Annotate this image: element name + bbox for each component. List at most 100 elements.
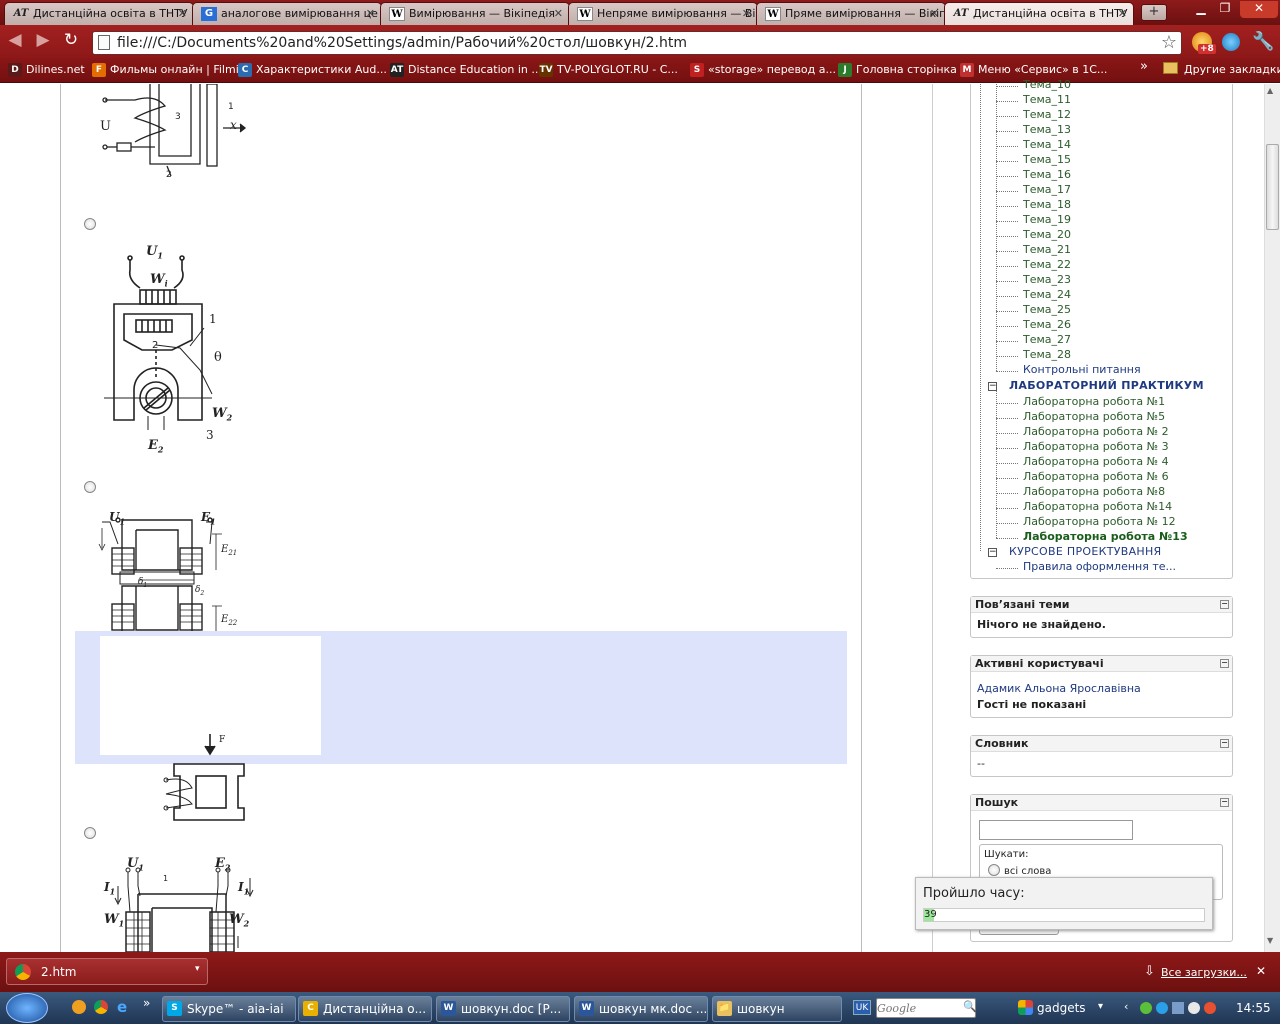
tree-item[interactable]: Тема_15 bbox=[1023, 153, 1071, 166]
tree-item[interactable]: Лабораторна робота №1 bbox=[1023, 395, 1165, 408]
download-item[interactable]: 2.htm ▾ bbox=[6, 958, 208, 985]
forward-icon[interactable]: ▶ bbox=[32, 30, 54, 52]
scroll-up-icon[interactable]: ▲ bbox=[1267, 86, 1273, 95]
bookmark-item[interactable]: F Фильмы онлайн | Filmix bbox=[92, 63, 245, 77]
tray-expand-icon[interactable]: ‹ bbox=[1124, 1000, 1128, 1013]
scroll-down-icon[interactable]: ▼ bbox=[1267, 936, 1273, 945]
bookmark-item[interactable]: M Меню «Сервис» в 1С... bbox=[960, 63, 1107, 77]
tree-item[interactable]: Тема_24 bbox=[1023, 288, 1071, 301]
collapse-course-icon[interactable]: − bbox=[988, 548, 997, 557]
restore-button[interactable]: ❐ bbox=[1214, 1, 1236, 18]
quicklaunch-ie-icon[interactable]: e bbox=[117, 998, 127, 1016]
course-header[interactable]: КУРСОВЕ ПРОЕКТУВАННЯ bbox=[1009, 545, 1161, 558]
collapse-icon[interactable]: − bbox=[1220, 659, 1229, 668]
collapse-icon[interactable]: − bbox=[1220, 600, 1229, 609]
search-all-words-radio[interactable] bbox=[988, 864, 1000, 876]
tray-icon-1[interactable] bbox=[1140, 1002, 1152, 1014]
scroll-thumb[interactable] bbox=[1266, 144, 1279, 230]
bookmark-item[interactable]: C Характеристики Aud... bbox=[238, 63, 387, 77]
answer-radio-2[interactable] bbox=[84, 481, 96, 493]
new-tab-button[interactable]: + bbox=[1141, 4, 1167, 21]
extension-skype-icon[interactable] bbox=[1222, 33, 1240, 51]
tree-item[interactable]: Тема_12 bbox=[1023, 108, 1071, 121]
tray-icon-5[interactable] bbox=[1204, 1002, 1216, 1014]
tab-0[interactable]: AT Дистанційна освіта в ТНТУ ✕ bbox=[4, 2, 194, 25]
magnifier-icon[interactable]: 🔍 bbox=[963, 1000, 977, 1013]
bookmarks-more-button[interactable]: » bbox=[1140, 59, 1148, 74]
tree-item[interactable]: Тема_19 bbox=[1023, 213, 1071, 226]
tree-item[interactable]: Тема_27 bbox=[1023, 333, 1071, 346]
taskbar-item[interactable]: Wшовкун мк.doc ... bbox=[574, 996, 708, 1022]
tree-item[interactable]: Тема_22 bbox=[1023, 258, 1071, 271]
bookmark-item[interactable]: S «storage» перевод а... bbox=[690, 63, 836, 77]
tab-close-icon[interactable]: ✕ bbox=[366, 7, 375, 20]
tab-5[interactable]: AT Дистанційна освіта в ТНТУ ✕ bbox=[944, 2, 1134, 25]
tree-item[interactable]: Лабораторна робота № 12 bbox=[1023, 515, 1176, 528]
quicklaunch-avast-icon[interactable] bbox=[72, 1000, 86, 1014]
tab-4[interactable]: W Пряме вимірювання — Вікіп ✕ bbox=[756, 2, 946, 25]
bookmark-star-icon[interactable]: ☆ bbox=[1161, 32, 1177, 53]
tree-item[interactable]: Тема_11 bbox=[1023, 93, 1071, 106]
tree-item[interactable]: Тема_17 bbox=[1023, 183, 1071, 196]
tab-close-icon[interactable]: ✕ bbox=[930, 7, 939, 20]
tree-item[interactable]: Тема_16 bbox=[1023, 168, 1071, 181]
tree-item[interactable]: Тема_25 bbox=[1023, 303, 1071, 316]
tree-item[interactable]: Тема_20 bbox=[1023, 228, 1071, 241]
quicklaunch-more-icon[interactable]: » bbox=[143, 996, 150, 1010]
tray-volume-icon[interactable] bbox=[1188, 1002, 1200, 1014]
all-downloads-link[interactable]: Все загрузки... bbox=[1161, 966, 1247, 979]
search-input[interactable] bbox=[979, 820, 1133, 840]
tree-item[interactable]: Лабораторна робота №13 bbox=[1023, 530, 1188, 543]
gadgets-label[interactable]: gadgets bbox=[1037, 1001, 1086, 1015]
tab-1[interactable]: Gаналогове вимірювання це ✕ bbox=[192, 2, 382, 25]
start-button[interactable] bbox=[6, 993, 48, 1023]
quicklaunch-chrome-icon[interactable] bbox=[94, 1000, 108, 1014]
language-indicator[interactable]: UK bbox=[853, 1000, 871, 1015]
tree-item[interactable]: Правила оформлення те... bbox=[1023, 560, 1176, 573]
lab-header[interactable]: ЛАБОРАТОРНИЙ ПРАКТИКУМ bbox=[1009, 379, 1204, 392]
tab-close-icon[interactable]: ✕ bbox=[554, 7, 563, 20]
tab-2[interactable]: W Вимірювання — Вікіпедія ✕ bbox=[380, 2, 570, 25]
google-toolbar-search[interactable] bbox=[876, 998, 976, 1018]
bookmark-item[interactable]: J Головна сторінка bbox=[838, 63, 957, 77]
taskbar-item[interactable]: 📁 шовкун bbox=[712, 996, 842, 1022]
collapse-icon[interactable]: − bbox=[1220, 798, 1229, 807]
tree-item[interactable]: Тема_18 bbox=[1023, 198, 1071, 211]
tab-3[interactable]: W Непряме вимірювання — Ві ✕ bbox=[568, 2, 758, 25]
tree-item[interactable]: Лабораторна робота №8 bbox=[1023, 485, 1165, 498]
tree-item[interactable]: Лабораторна робота №14 bbox=[1023, 500, 1172, 513]
tree-item[interactable]: Тема_28 bbox=[1023, 348, 1071, 361]
collapse-icon[interactable]: − bbox=[1220, 739, 1229, 748]
bookmark-item[interactable]: AT Distance Education in ... bbox=[390, 63, 542, 77]
tree-item[interactable]: Лабораторна робота № 6 bbox=[1023, 470, 1169, 483]
tree-item[interactable]: Тема_10 bbox=[1023, 78, 1071, 91]
gadgets-dropdown-icon[interactable]: ▾ bbox=[1098, 1001, 1103, 1012]
tree-item[interactable]: Контрольні питання bbox=[1023, 363, 1141, 376]
vertical-scrollbar[interactable]: ▲ ▼ bbox=[1264, 84, 1280, 952]
tray-network-icon[interactable] bbox=[1172, 1002, 1184, 1014]
tree-item[interactable]: Лабораторна робота № 3 bbox=[1023, 440, 1169, 453]
dropdown-icon[interactable]: ▾ bbox=[195, 964, 200, 974]
tab-close-icon[interactable]: ✕ bbox=[178, 7, 187, 20]
bookmark-item[interactable]: D Dilines.net bbox=[8, 63, 85, 77]
tree-item[interactable]: Лабораторна робота №5 bbox=[1023, 410, 1165, 423]
tree-item[interactable]: Лабораторна робота № 4 bbox=[1023, 455, 1169, 468]
answer-radio-1[interactable] bbox=[84, 218, 96, 230]
back-icon[interactable]: ◀ bbox=[4, 30, 26, 52]
tree-item[interactable]: Тема_26 bbox=[1023, 318, 1071, 331]
close-downloads-icon[interactable]: ✕ bbox=[1256, 964, 1266, 978]
tree-item[interactable]: Тема_14 bbox=[1023, 138, 1071, 151]
taskbar-item[interactable]: C Дистанційна о... bbox=[298, 996, 432, 1022]
other-bookmarks[interactable]: Другие закладки bbox=[1166, 63, 1280, 76]
address-bar[interactable]: file:///C:/Documents%20and%20Settings/ad… bbox=[92, 31, 1182, 55]
minimize-button[interactable]: ▁ bbox=[1190, 1, 1212, 18]
tab-close-icon[interactable]: ✕ bbox=[742, 7, 751, 20]
reload-icon[interactable]: ↻ bbox=[60, 30, 82, 52]
tree-item[interactable]: Тема_13 bbox=[1023, 123, 1071, 136]
taskbar-item[interactable]: S Skype™ - aia-iai bbox=[162, 996, 296, 1022]
close-window-button[interactable]: ✕ bbox=[1240, 1, 1278, 18]
bookmark-item[interactable]: TV TV-POLYGLOT.RU - С... bbox=[539, 63, 678, 77]
answer-radio-4[interactable] bbox=[84, 827, 96, 839]
tree-item[interactable]: Лабораторна робота № 2 bbox=[1023, 425, 1169, 438]
wrench-icon[interactable]: 🔧 bbox=[1252, 31, 1274, 52]
